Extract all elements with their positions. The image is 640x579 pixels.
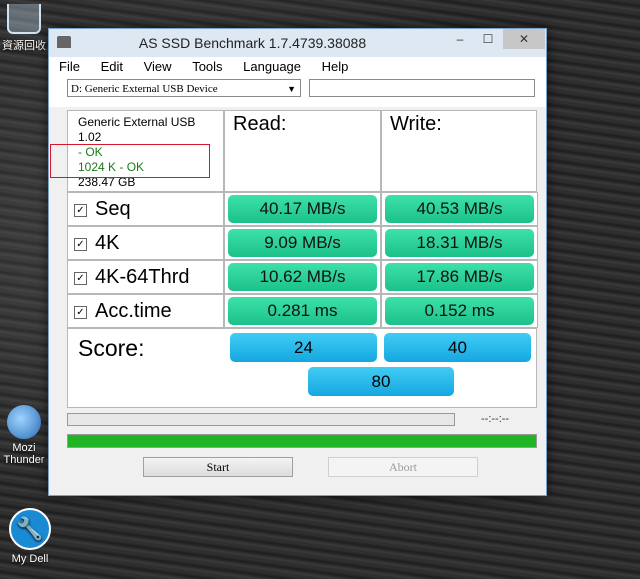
checkbox-acc-time[interactable]: ✓ [74, 306, 87, 319]
test-label: ✓ Acc.time [67, 294, 224, 328]
test-label: ✓ 4K-64Thrd [67, 260, 224, 294]
thunderbird-label: Mozi Thunder [3, 442, 45, 466]
checkbox-4k[interactable]: ✓ [74, 238, 87, 251]
score-area: Score: 24 40 80 [67, 328, 537, 408]
title-bar[interactable]: AS SSD Benchmark 1.7.4739.38088 – ☐ ✕ [49, 29, 546, 57]
highlight-box [50, 144, 210, 178]
wrench-icon: 🔧 [9, 508, 51, 550]
overall-progress-fill [68, 435, 536, 447]
test-label: ✓ Seq [67, 192, 224, 226]
read-header: Read: [224, 110, 381, 192]
menu-language[interactable]: Language [233, 57, 308, 74]
menu-view[interactable]: View [134, 57, 179, 74]
test-row-seq: ✓ Seq 40.17 MB/s 40.53 MB/s [67, 192, 538, 226]
write-result: 0.152 ms [381, 294, 538, 328]
checkbox-seq[interactable]: ✓ [74, 204, 87, 217]
write-header: Write: [381, 110, 537, 192]
write-result: 17.86 MB/s [381, 260, 538, 294]
as-ssd-window: AS SSD Benchmark 1.7.4739.38088 – ☐ ✕ Fi… [48, 28, 547, 496]
read-value: 0.281 ms [228, 297, 377, 325]
menu-file[interactable]: File [49, 57, 87, 74]
score-total: 80 [308, 367, 454, 396]
recycle-bin-label: 資源回收 [2, 40, 46, 52]
my-dell-shortcut[interactable]: 🔧 My Dell [4, 508, 56, 565]
test-name: 4K-64Thrd [95, 266, 190, 288]
my-dell-label: My Dell [11, 553, 49, 565]
write-value: 0.152 ms [385, 297, 534, 325]
read-result: 0.281 ms [224, 294, 381, 328]
score-title: Score: [78, 335, 145, 361]
score-write: 40 [384, 333, 531, 362]
write-result: 40.53 MB/s [381, 192, 538, 226]
abort-button[interactable]: Abort [328, 457, 478, 477]
read-result: 40.17 MB/s [224, 192, 381, 226]
menu-tools[interactable]: Tools [182, 57, 229, 74]
read-value: 9.09 MB/s [228, 229, 377, 257]
close-button[interactable]: ✕ [503, 29, 545, 49]
elapsed-time: --:--:-- [481, 413, 510, 425]
read-result: 9.09 MB/s [224, 226, 381, 260]
firmware-version: 1.02 [78, 130, 102, 144]
test-name: 4K [95, 232, 120, 254]
thunderbird-icon [7, 405, 41, 439]
read-value: 10.62 MB/s [228, 263, 377, 291]
menu-edit[interactable]: Edit [91, 57, 130, 74]
trash-icon [7, 4, 41, 34]
maximize-button[interactable]: ☐ [475, 29, 501, 49]
test-row-4k-64thrd: ✓ 4K-64Thrd 10.62 MB/s 17.86 MB/s [67, 260, 538, 294]
test-name: Acc.time [95, 300, 172, 322]
drive-select-value: D: Generic External USB Device [71, 83, 218, 95]
score-read: 24 [230, 333, 377, 362]
read-result: 10.62 MB/s [224, 260, 381, 294]
test-progress-bar [67, 413, 455, 426]
test-label: ✓ 4K [67, 226, 224, 260]
write-value: 18.31 MB/s [385, 229, 534, 257]
test-row-4k: ✓ 4K 9.09 MB/s 18.31 MB/s [67, 226, 538, 260]
read-value: 40.17 MB/s [228, 195, 377, 223]
write-result: 18.31 MB/s [381, 226, 538, 260]
menu-bar: File Edit View Tools Language Help [49, 57, 546, 77]
menu-help[interactable]: Help [312, 57, 356, 74]
write-value: 17.86 MB/s [385, 263, 534, 291]
device-name: Generic External USB [78, 115, 196, 129]
thunderbird-shortcut[interactable]: Mozi Thunder [0, 405, 48, 466]
write-value: 40.53 MB/s [385, 195, 534, 223]
drive-select[interactable]: D: Generic External USB Device ▼ [67, 79, 301, 97]
drive-row: D: Generic External USB Device ▼ [49, 77, 546, 107]
window-title: AS SSD Benchmark 1.7.4739.38088 [138, 35, 367, 51]
checkbox-4k-64thrd[interactable]: ✓ [74, 272, 87, 285]
start-button[interactable]: Start [143, 457, 293, 477]
test-name: Seq [95, 198, 131, 220]
overall-progress-bar [67, 434, 537, 448]
chevron-down-icon[interactable]: ▼ [287, 80, 296, 98]
info-field[interactable] [309, 79, 535, 97]
recycle-bin-icon[interactable]: 資源回收 [0, 0, 48, 53]
minimize-button[interactable]: – [447, 29, 473, 49]
test-row-acc-time: ✓ Acc.time 0.281 ms 0.152 ms [67, 294, 538, 328]
